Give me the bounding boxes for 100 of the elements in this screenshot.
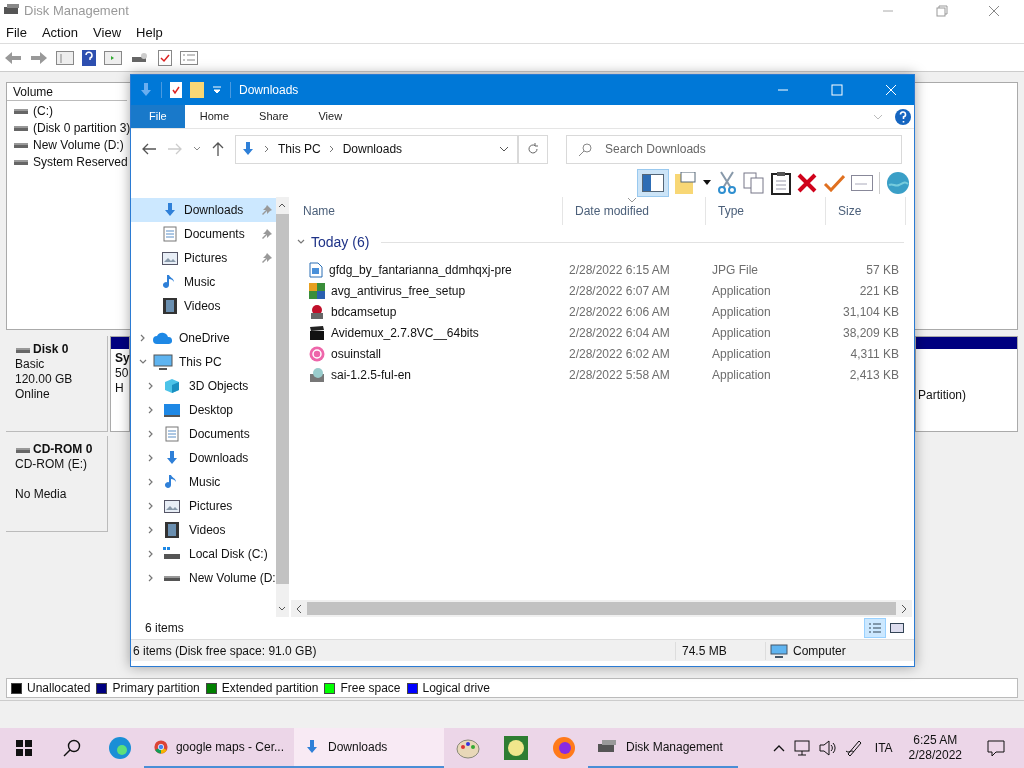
volume-list-item[interactable]: New Volume (D:): [33, 135, 124, 154]
clock[interactable]: 6:25 AM 2/28/2022: [904, 733, 966, 763]
volume-list-item[interactable]: (C:): [33, 101, 53, 120]
column-header[interactable]: Size: [826, 197, 906, 225]
collapse-chevron-icon[interactable]: [147, 550, 155, 558]
column-header[interactable]: Name: [291, 197, 563, 225]
vertical-scrollbar[interactable]: [275, 197, 289, 617]
column-header[interactable]: Date modified: [563, 197, 706, 225]
group-header[interactable]: Today (6): [311, 231, 370, 253]
expand-chevron-icon[interactable]: [297, 238, 305, 246]
ribbon-tab[interactable]: View: [303, 105, 358, 128]
scissors-icon[interactable]: [717, 171, 737, 195]
menu-item[interactable]: Action: [41, 22, 79, 43]
volume-column-header[interactable]: Volume: [7, 83, 127, 101]
file-name[interactable]: Avidemux_2.7.8VC__64bits: [331, 323, 479, 342]
file-name[interactable]: avg_antivirus_free_setup: [331, 281, 466, 300]
collapse-chevron-icon[interactable]: [147, 454, 155, 462]
pin-icon[interactable]: [261, 253, 272, 263]
tree-item[interactable]: Videos: [131, 518, 276, 542]
panel-icon[interactable]: [104, 50, 122, 65]
taskbar-app-button[interactable]: Disk Management: [588, 728, 738, 768]
delete-icon[interactable]: [797, 173, 817, 193]
help-icon[interactable]: [82, 49, 96, 66]
properties-icon[interactable]: [170, 82, 182, 98]
breadcrumb[interactable]: This PC: [278, 140, 321, 158]
file-name[interactable]: gfdg_by_fantarianna_ddmhqxj-pre: [329, 260, 512, 279]
tree-item[interactable]: Music: [131, 470, 276, 494]
tree-item[interactable]: 3D Objects: [131, 374, 276, 398]
globe-icon[interactable]: [886, 171, 910, 195]
close-icon[interactable]: [988, 5, 1000, 17]
properties-icon[interactable]: [180, 50, 198, 65]
address-dropdown-icon[interactable]: [499, 145, 509, 153]
quick-access-item[interactable]: Music: [131, 270, 276, 294]
collapse-chevron-icon[interactable]: [147, 406, 155, 414]
breadcrumb[interactable]: Downloads: [342, 140, 403, 158]
collapse-chevron-icon[interactable]: [147, 382, 155, 390]
menu-item[interactable]: View: [93, 22, 122, 43]
pin-icon[interactable]: [261, 205, 272, 215]
tree-item[interactable]: Pictures: [131, 494, 276, 518]
column-header[interactable]: Type: [706, 197, 826, 225]
file-name[interactable]: bdcamsetup: [331, 302, 397, 321]
copy-icon[interactable]: [743, 172, 765, 194]
quick-access-item[interactable]: Pictures: [131, 246, 276, 270]
language-indicator[interactable]: ITA: [870, 739, 897, 757]
envelope-icon[interactable]: [851, 175, 873, 191]
expand-chevron-icon[interactable]: [139, 358, 147, 366]
browser-icon[interactable]: [108, 736, 132, 760]
browser-icon[interactable]: [552, 736, 576, 760]
checklist-icon[interactable]: [158, 49, 172, 66]
download-arrow-icon: [304, 739, 320, 755]
search-field[interactable]: Search Downloads: [566, 134, 902, 164]
ribbon-tab[interactable]: Share: [244, 105, 304, 128]
file-name[interactable]: sai-1.2.5-ful-en: [331, 365, 412, 384]
tree-item[interactable]: OneDrive: [131, 326, 276, 350]
taskbar-app-button[interactable]: Downloads: [294, 728, 444, 768]
quick-access-item[interactable]: Downloads: [131, 198, 276, 222]
chevron-up-icon[interactable]: [772, 743, 785, 753]
address-bar[interactable]: This PC Downloads: [235, 134, 518, 164]
horizontal-scrollbar[interactable]: [291, 600, 912, 617]
dropdown-icon[interactable]: [703, 180, 711, 186]
collapse-chevron-icon[interactable]: [147, 526, 155, 534]
menu-item[interactable]: Help: [136, 22, 163, 43]
volume-list-item[interactable]: (Disk 0 partition 3): [33, 118, 131, 137]
breadcrumb-separator-icon[interactable]: [264, 145, 270, 153]
tree-item[interactable]: Documents: [131, 422, 276, 446]
back-arrow-icon[interactable]: [141, 142, 157, 156]
volume-icon[interactable]: [818, 740, 837, 756]
tree-item[interactable]: Desktop: [131, 398, 276, 422]
tree-item[interactable]: This PC: [131, 350, 276, 374]
file-menu-tab[interactable]: File: [131, 105, 185, 128]
collapse-chevron-icon[interactable]: [147, 478, 155, 486]
volume-list-item[interactable]: System Reserved: [33, 152, 128, 171]
recent-dropdown-icon[interactable]: [193, 145, 201, 153]
collapse-chevron-icon[interactable]: [147, 430, 155, 438]
preview-pane-button[interactable]: [637, 169, 669, 197]
network-icon[interactable]: [792, 740, 811, 756]
checkmark-icon[interactable]: [823, 174, 845, 192]
panel-icon[interactable]: [56, 50, 74, 65]
up-arrow-icon[interactable]: [211, 141, 225, 157]
collapse-chevron-icon[interactable]: [147, 502, 155, 510]
pin-icon[interactable]: [261, 229, 272, 239]
search-icon[interactable]: [63, 739, 81, 757]
pen-icon[interactable]: [844, 739, 863, 757]
tree-item[interactable]: New Volume (D:: [131, 566, 276, 590]
breadcrumb-separator-icon[interactable]: [328, 145, 335, 153]
note-icon[interactable]: [675, 172, 697, 194]
ribbon-tab[interactable]: Home: [184, 105, 245, 128]
collapse-chevron-icon[interactable]: [139, 334, 147, 342]
tree-item[interactable]: Local Disk (C:): [131, 542, 276, 566]
collapse-chevron-icon[interactable]: [147, 574, 155, 582]
file-name[interactable]: osuinstall: [331, 344, 382, 363]
app-icon[interactable]: [504, 736, 528, 760]
quick-access-item[interactable]: Documents: [131, 222, 276, 246]
windows-logo-icon[interactable]: [16, 740, 32, 756]
forward-arrow-icon[interactable]: [30, 50, 48, 65]
clipboard-icon[interactable]: [771, 171, 791, 195]
tree-item[interactable]: Downloads: [131, 446, 276, 470]
quick-access-item[interactable]: Videos: [131, 294, 276, 318]
menu-item[interactable]: File: [6, 22, 27, 43]
palette-icon[interactable]: [456, 737, 480, 759]
